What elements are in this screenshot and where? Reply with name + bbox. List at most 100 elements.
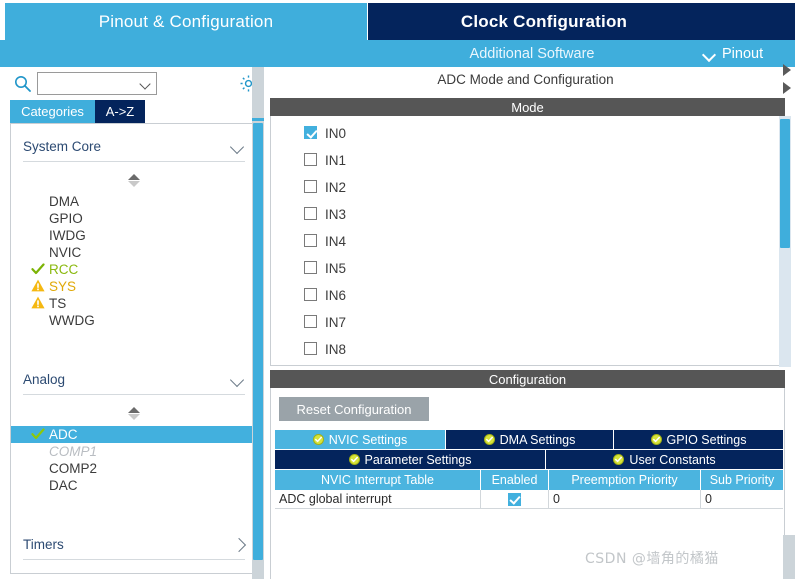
checkbox-in5[interactable]: [304, 261, 317, 274]
channel-label-in8: IN8: [325, 342, 347, 357]
tab-gpio-settings[interactable]: GPIO Settings: [614, 430, 783, 449]
channel-row-in6[interactable]: IN6: [271, 282, 784, 309]
horizontal-scroll-arrows[interactable]: [783, 62, 795, 112]
main-panel: ADC Mode and Configuration Mode IN0 IN1 …: [268, 67, 795, 579]
column-header-sub-priority[interactable]: Sub Priority: [701, 470, 783, 490]
tab-dma-settings[interactable]: DMA Settings: [446, 430, 614, 449]
channel-row-in5[interactable]: IN5: [271, 255, 784, 282]
sidebar-item-gpio[interactable]: GPIO: [11, 210, 257, 227]
sidebar-item-iwdg[interactable]: IWDG: [11, 227, 257, 244]
channel-row-in8[interactable]: IN8: [271, 336, 784, 363]
sidebar-item-wwdg-label: WWDG: [49, 313, 95, 328]
sidebar-item-rcc[interactable]: RCC: [11, 261, 257, 278]
tab-parameter-settings[interactable]: Parameter Settings: [275, 450, 546, 469]
check-circle-icon: [613, 454, 625, 465]
tab-categories-label: Categories: [21, 104, 84, 119]
cell-interrupt-name: ADC global interrupt: [275, 490, 481, 508]
checkbox-in8[interactable]: [304, 342, 317, 355]
tab-pinout-configuration[interactable]: Pinout & Configuration: [5, 3, 367, 40]
cell-preemption-priority[interactable]: 0: [549, 490, 701, 508]
sidebar-scrollbar-thumb[interactable]: [253, 123, 263, 560]
channel-label-in5: IN5: [325, 261, 347, 276]
channel-label-in6: IN6: [325, 288, 347, 303]
search-icon[interactable]: [14, 75, 31, 92]
chevron-right-icon: [234, 539, 245, 550]
sidebar-item-wwdg[interactable]: WWDG: [11, 312, 257, 329]
group-title-system-core: System Core: [23, 139, 102, 154]
configuration-tab-row-1: NVIC Settings DMA Settings GPIO Settings: [275, 430, 783, 449]
chevron-down-icon: [231, 142, 245, 151]
checkbox-in0[interactable]: [304, 126, 317, 139]
sort-toggle-system-core[interactable]: [11, 172, 257, 189]
tab-clock-configuration-label: Clock Configuration: [460, 11, 628, 31]
sidebar-item-comp1-label: COMP1: [49, 444, 98, 459]
tab-dma-settings-label: DMA Settings: [499, 432, 576, 447]
sidebar-item-nvic-label: NVIC: [49, 245, 82, 260]
channel-row-in3[interactable]: IN3: [271, 201, 784, 228]
tab-clock-configuration[interactable]: Clock Configuration: [368, 3, 720, 40]
sidebar-item-ts[interactable]: TS: [11, 295, 257, 312]
sidebar-item-comp2-label: COMP2: [49, 461, 98, 476]
sidebar-item-dma-label: DMA: [49, 194, 79, 209]
checkbox-in2[interactable]: [304, 180, 317, 193]
sidebar-item-nvic[interactable]: NVIC: [11, 244, 257, 261]
sidebar-item-comp1: COMP1: [11, 443, 257, 460]
configuration-section-header: Configuration: [270, 370, 785, 388]
warning-icon: [31, 296, 46, 311]
tab-a-to-z[interactable]: A->Z: [95, 100, 145, 123]
mode-scrollbar-thumb[interactable]: [780, 119, 790, 248]
check-circle-icon: [483, 434, 495, 445]
watermark: CSDN @墙角的橘猫: [585, 551, 719, 567]
column-header-interrupt-table[interactable]: NVIC Interrupt Table: [275, 470, 481, 490]
configuration-section-label: Configuration: [488, 371, 567, 387]
pinout-dropdown-button[interactable]: Pinout: [697, 40, 795, 67]
channel-row-in7[interactable]: IN7: [271, 309, 784, 336]
checkbox-in1[interactable]: [304, 153, 317, 166]
sidebar-tab-strip: Categories A->Z: [0, 100, 268, 123]
cell-sub-priority[interactable]: 0: [701, 490, 783, 508]
group-header-analog[interactable]: Analog: [23, 365, 245, 395]
secondary-bar: Additional Software Pinout: [0, 40, 795, 67]
reset-configuration-button[interactable]: Reset Configuration: [279, 397, 429, 421]
column-header-enabled[interactable]: Enabled: [481, 470, 549, 490]
checkbox-in6[interactable]: [304, 288, 317, 301]
tab-additional-software[interactable]: Additional Software: [367, 40, 697, 67]
sidebar-item-adc-label: ADC: [49, 427, 78, 442]
stm32cubemx-window: Pinout & Configuration Clock Configurati…: [0, 0, 795, 579]
mode-section-body: IN0 IN1 IN2 IN3 IN4 IN5 IN6 IN7 IN8: [270, 116, 785, 366]
checkbox-in3[interactable]: [304, 207, 317, 220]
sidebar-item-sys[interactable]: SYS: [11, 278, 257, 295]
chevron-down-icon: [231, 375, 245, 384]
sort-arrows-icon: [127, 174, 141, 187]
sidebar-item-adc[interactable]: ADC: [11, 426, 257, 443]
group-header-timers[interactable]: Timers: [23, 530, 245, 560]
channel-row-in2[interactable]: IN2: [271, 174, 784, 201]
page-title-label: ADC Mode and Configuration: [437, 72, 614, 87]
group-header-system-core[interactable]: System Core: [23, 132, 245, 162]
secondary-bar-left: [0, 40, 367, 67]
check-circle-icon: [650, 434, 662, 445]
tab-nvic-settings[interactable]: NVIC Settings: [275, 430, 446, 449]
column-header-preemption-priority[interactable]: Preemption Priority: [549, 470, 701, 490]
search-input[interactable]: [37, 72, 157, 95]
channel-label-in1: IN1: [325, 153, 347, 168]
checkbox-in4[interactable]: [304, 234, 317, 247]
tab-user-constants[interactable]: User Constants: [546, 450, 783, 469]
sidebar-item-dac[interactable]: DAC: [11, 477, 257, 494]
channel-row-in4[interactable]: IN4: [271, 228, 784, 255]
cell-enabled[interactable]: [481, 490, 549, 508]
main-scrollbar-bottom[interactable]: [783, 535, 795, 579]
sort-toggle-analog[interactable]: [11, 405, 257, 422]
sidebar-item-dma[interactable]: DMA: [11, 193, 257, 210]
top-tab-bar: Pinout & Configuration Clock Configurati…: [0, 0, 795, 40]
sidebar-item-comp2[interactable]: COMP2: [11, 460, 257, 477]
checkbox-in7[interactable]: [304, 315, 317, 328]
table-header-row: NVIC Interrupt Table Enabled Preemption …: [275, 470, 783, 490]
channel-row-in0[interactable]: IN0: [271, 120, 784, 147]
table-row[interactable]: ADC global interrupt 0 0: [275, 490, 783, 509]
channel-row-in1[interactable]: IN1: [271, 147, 784, 174]
sidebar-item-sys-label: SYS: [49, 279, 77, 294]
chevron-down-icon: [703, 50, 716, 58]
tab-categories[interactable]: Categories: [10, 100, 95, 123]
checkbox-adc-global-interrupt-enabled[interactable]: [508, 492, 521, 506]
